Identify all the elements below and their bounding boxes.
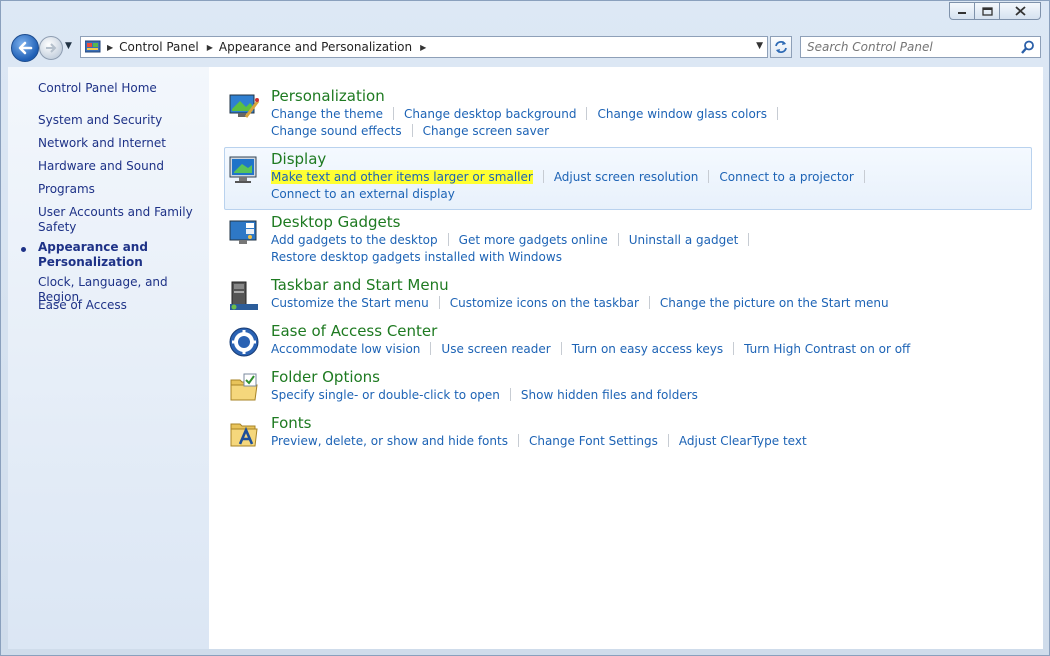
maximize-icon[interactable] [974,2,1000,20]
task-link[interactable]: Adjust ClearType text [679,434,807,448]
current-item-bullet-icon [21,247,26,252]
breadcrumb-appearance[interactable]: Appearance and Personalization [215,40,418,54]
link-separator [863,170,865,183]
category-title[interactable]: Taskbar and Start Menu [271,276,449,294]
display-icon [228,154,260,186]
link-separator [617,233,619,246]
sidebar-item-system-security[interactable]: System and Security [38,113,203,128]
taskbar-icon [228,280,260,312]
sidebar-item-network[interactable]: Network and Internet [38,136,203,151]
sidebar-item-hardware-sound[interactable]: Hardware and Sound [38,159,203,174]
category-links: Preview, delete, or show and hide fonts C… [271,433,807,450]
control-panel-icon [84,40,101,54]
category-title[interactable]: Personalization [271,87,385,105]
sidebar: Control Panel Home System and Security N… [8,67,209,649]
category-links: Add gadgets to the desktop Get more gadge… [271,232,759,266]
breadcrumb-chevron-icon[interactable]: ▶ [105,43,115,52]
link-separator [586,107,588,120]
task-link[interactable]: Change screen saver [423,124,550,138]
task-link[interactable]: Change sound effects [271,124,402,138]
link-separator [411,124,413,137]
task-link[interactable]: Uninstall a gadget [629,233,739,247]
link-separator [430,342,432,355]
sidebar-item-ease-of-access[interactable]: Ease of Access [38,298,203,313]
link-separator [648,296,650,309]
main-content: Personalization Change the theme Change d… [209,67,1043,649]
sidebar-item-programs[interactable]: Programs [38,182,203,197]
refresh-icon[interactable] [770,36,792,58]
category-title[interactable]: Folder Options [271,368,380,386]
address-dropdown-icon[interactable]: ▼ [756,41,763,51]
task-link[interactable]: Show hidden files and folders [521,388,698,402]
folder-options-icon [228,372,260,404]
sidebar-item-appearance: Appearance and Personalization [38,240,148,269]
fonts-icon [228,418,260,450]
link-separator [447,233,449,246]
task-link-highlighted[interactable]: Make text and other items larger or smal… [271,170,533,184]
task-link[interactable]: Preview, delete, or show and hide fonts [271,434,508,448]
task-link[interactable]: Accommodate low vision [271,342,420,356]
category-links: Customize the Start menu Customize icons … [271,295,889,312]
link-separator [438,296,440,309]
link-separator [776,107,778,120]
task-link[interactable]: Customize icons on the taskbar [450,296,639,310]
task-link[interactable]: Change Font Settings [529,434,658,448]
task-link[interactable]: Change the theme [271,107,383,121]
link-separator [393,107,395,120]
task-link[interactable]: Get more gadgets online [459,233,608,247]
personalization-icon [228,91,260,123]
link-separator [517,434,519,447]
task-link[interactable]: Connect to a projector [719,170,853,184]
category-links: Specify single- or double-click to open S… [271,387,698,404]
task-link[interactable]: Restore desktop gadgets installed with W… [271,250,562,264]
link-separator [667,434,669,447]
address-bar[interactable]: ▶ Control Panel ▶ Appearance and Persona… [80,36,768,58]
category-title[interactable]: Ease of Access Center [271,322,437,340]
task-link[interactable]: Connect to an external display [271,187,455,201]
link-separator [708,170,710,183]
category-title[interactable]: Display [271,150,326,168]
link-separator [509,388,511,401]
sidebar-item-control-panel-home[interactable]: Control Panel Home [38,81,203,96]
task-link[interactable]: Adjust screen resolution [554,170,699,184]
category-links: Make text and other items larger or smal… [271,169,875,203]
breadcrumb-control-panel[interactable]: Control Panel [115,40,205,54]
task-link[interactable]: Use screen reader [441,342,550,356]
navigation-bar: ▼ ▶ Control Panel ▶ Appearance and Perso… [1,31,1050,65]
link-separator [748,233,750,246]
category-title[interactable]: Desktop Gadgets [271,213,400,231]
category-links: Accommodate low vision Use screen reader T… [271,341,910,358]
search-icon[interactable] [1021,40,1035,54]
search-input[interactable] [801,39,1019,55]
minimize-icon[interactable] [949,2,975,20]
recent-pages-dropdown-icon[interactable]: ▼ [65,41,72,51]
search-box[interactable] [800,36,1041,58]
control-panel-window: ▼ ▶ Control Panel ▶ Appearance and Perso… [0,0,1050,656]
breadcrumb-chevron-icon[interactable]: ▶ [205,43,215,52]
task-link[interactable]: Change window glass colors [597,107,767,121]
back-arrow-icon[interactable] [11,34,39,62]
task-link[interactable]: Change the picture on the Start menu [660,296,889,310]
close-icon[interactable] [999,2,1041,20]
task-link[interactable]: Add gadgets to the desktop [271,233,438,247]
task-link[interactable]: Turn on easy access keys [572,342,723,356]
category-links: Change the theme Change desktop backgroun… [271,106,788,140]
forward-arrow-icon[interactable] [39,36,63,60]
category-title[interactable]: Fonts [271,414,311,432]
task-link[interactable]: Specify single- or double-click to open [271,388,500,402]
caption-buttons [949,2,1041,20]
link-separator [733,342,735,355]
ease-of-access-icon [228,326,260,358]
breadcrumb-chevron-icon[interactable]: ▶ [418,43,428,52]
link-separator [542,170,544,183]
task-link[interactable]: Customize the Start menu [271,296,429,310]
gadgets-icon [228,217,260,249]
sidebar-item-user-accounts[interactable]: User Accounts and Family Safety [38,205,203,235]
link-separator [560,342,562,355]
task-link[interactable]: Turn High Contrast on or off [744,342,910,356]
task-link[interactable]: Change desktop background [404,107,576,121]
